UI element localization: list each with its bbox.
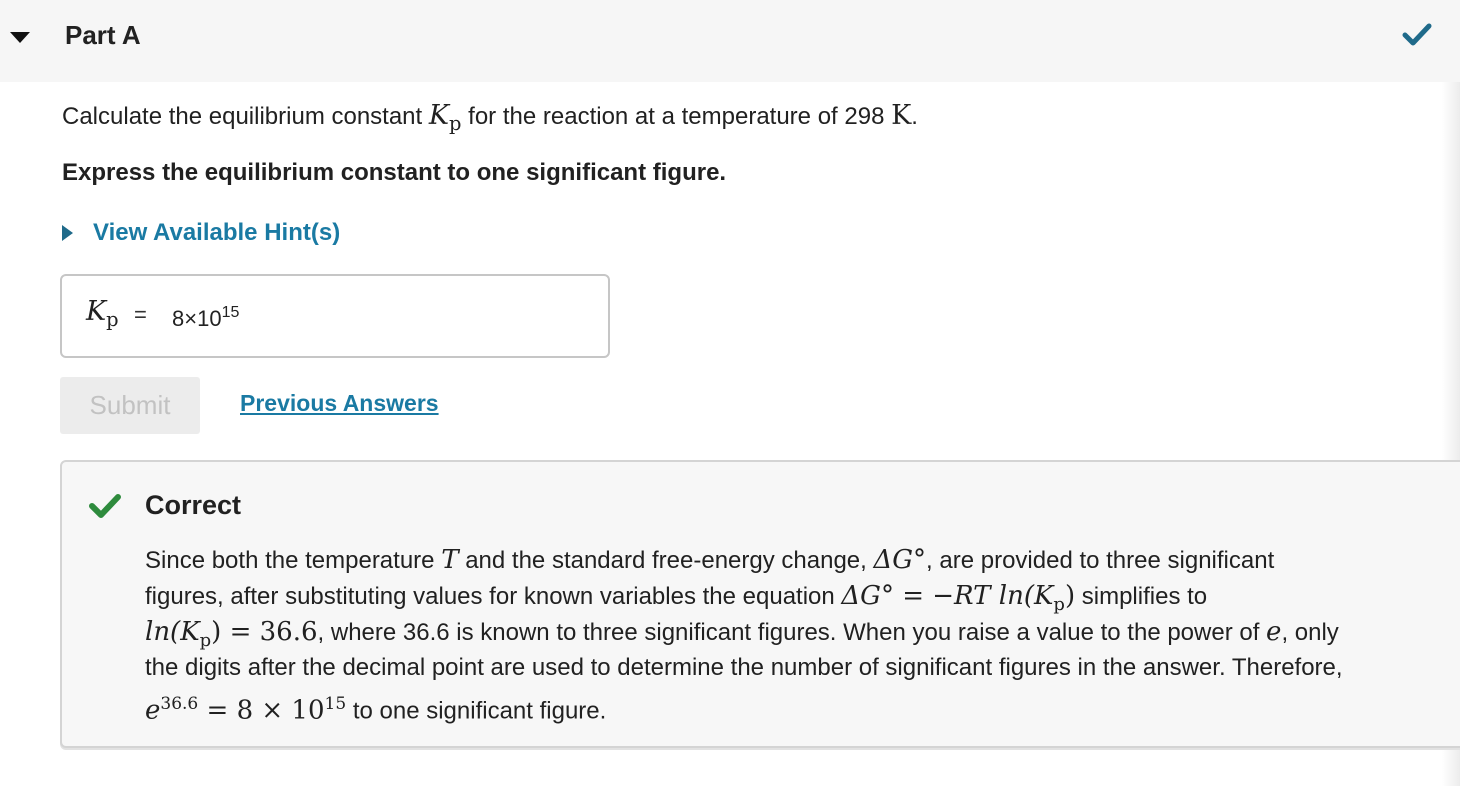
question-text: Calculate the equilibrium constant Kp fo… [62,100,918,136]
kelvin-unit: K [891,100,912,131]
part-title: Part A [65,20,141,50]
part-header[interactable]: Part A [0,0,1460,82]
feedback-line-3: ln(Kp) = 36.6, where 36.6 is known to th… [145,617,1339,651]
feedback-line-1: Since both the temperature T and the sta… [145,545,1275,575]
view-hints-toggle[interactable]: View Available Hint(s) [60,217,340,249]
answer-input-box[interactable]: Kp = 8×1015 [60,274,610,358]
answer-equals-sign: = [134,302,147,327]
kp-symbol: Kp [428,100,462,136]
caret-right-icon[interactable] [60,224,74,242]
feedback-explanation: Since both the temperature T and the sta… [145,542,1445,726]
feedback-line-5: e36.6 = 8 × 1015 to one significant figu… [145,694,607,726]
question-suffix: for the reaction at a temperature of 298 [461,103,892,130]
instruction-text: Express the equilibrium constant to one … [62,159,727,186]
answer-variable-label: Kp [86,296,119,332]
feedback-title: Correct [145,490,242,520]
correct-checkmark-icon [89,494,121,518]
feedback-line-2: figures, after substituting values for k… [145,581,1208,615]
feedback-panel: Correct Since both the temperature T and… [60,460,1460,748]
caret-down-icon[interactable] [8,27,32,47]
answer-value[interactable]: 8×1015 [172,304,239,332]
checkmark-icon [1402,23,1432,46]
previous-answers-link[interactable]: Previous Answers [240,390,439,417]
question-prefix: Calculate the equilibrium constant [62,103,429,130]
submit-button[interactable]: Submit [60,377,200,434]
feedback-line-4: the digits after the decimal point are u… [145,654,1343,681]
view-hints-label[interactable]: View Available Hint(s) [93,219,340,247]
